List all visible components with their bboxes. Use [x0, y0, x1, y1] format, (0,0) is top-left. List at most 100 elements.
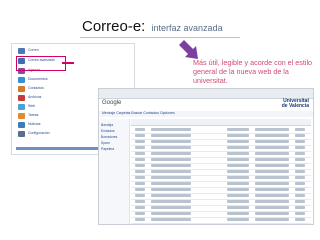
table-row[interactable]: [131, 217, 311, 224]
table-cell: [255, 170, 289, 173]
table-cell: [151, 212, 191, 215]
table-cell: [151, 200, 191, 203]
table-cell: [227, 188, 249, 191]
table-cell: [227, 206, 249, 209]
settings-icon: [18, 131, 25, 137]
table-cell: [295, 134, 305, 137]
browser-toolbar: [99, 89, 313, 99]
mail-icon: [18, 48, 25, 54]
news-icon: [18, 122, 25, 128]
portal-item[interactable]: Documentos: [18, 77, 78, 84]
annotation-note: Más útil, legible y acorde con el estilo…: [193, 58, 313, 85]
slide-title-subtitle: interfaz avanzada: [151, 23, 223, 33]
portal-item-label: Tareas: [28, 113, 39, 117]
table-cell: [151, 128, 191, 131]
table-cell: [227, 176, 249, 179]
title-divider: [80, 37, 240, 38]
slide-title: Correo-e: interfaz avanzada: [82, 18, 223, 35]
portal-item-label: Archivos: [28, 95, 42, 99]
folder-item[interactable]: Bandeja: [101, 123, 113, 127]
table-cell: [295, 194, 305, 197]
table-cell: [151, 170, 191, 173]
table-cell: [151, 206, 191, 209]
table-cell: [135, 206, 145, 209]
globe-icon: [18, 104, 25, 110]
table-cell: [135, 218, 145, 221]
table-cell: [255, 176, 289, 179]
table-cell: [135, 170, 145, 173]
table-cell: [295, 206, 305, 209]
table-cell: [295, 152, 305, 155]
message-list-header: [131, 119, 311, 126]
table-cell: [135, 146, 145, 149]
table-cell: [227, 218, 249, 221]
tasks-icon: [18, 113, 25, 119]
table-cell: [227, 164, 249, 167]
table-cell: [135, 134, 145, 137]
table-cell: [295, 218, 305, 221]
webmail-menu-text[interactable]: Mensaje Carpetas Buscar Contactos Opcion…: [102, 111, 175, 115]
portal-item-label: Documentos: [28, 77, 48, 81]
table-cell: [295, 140, 305, 143]
table-cell: [255, 194, 289, 197]
table-cell: [151, 146, 191, 149]
portal-item-label: Contactos: [28, 86, 44, 90]
highlight-connector: [62, 62, 74, 64]
portal-item[interactable]: Configuración: [18, 131, 78, 138]
table-cell: [255, 140, 289, 143]
folder-icon: [18, 95, 25, 101]
table-cell: [295, 158, 305, 161]
table-cell: [151, 134, 191, 137]
table-cell: [295, 212, 305, 215]
folder-item[interactable]: Borradores: [101, 135, 117, 139]
folder-item[interactable]: Enviados: [101, 129, 115, 133]
webmail-screenshot: Google Universitat de Valencia Mensaje C…: [98, 88, 314, 225]
table-cell: [255, 146, 289, 149]
portal-item-label: Correo: [28, 48, 39, 52]
portal-item-label: Web: [28, 104, 36, 108]
highlight-box: [16, 56, 66, 71]
portal-item[interactable]: Web: [18, 104, 78, 111]
table-cell: [135, 200, 145, 203]
table-cell: [135, 158, 145, 161]
table-cell: [151, 164, 191, 167]
table-cell: [227, 134, 249, 137]
webmail-menu-bar: Mensaje Carpetas Buscar Contactos Opcion…: [99, 111, 313, 117]
folder-item[interactable]: Spam: [101, 141, 110, 145]
table-cell: [255, 212, 289, 215]
table-cell: [295, 170, 305, 173]
table-cell: [227, 182, 249, 185]
table-cell: [151, 152, 191, 155]
table-cell: [255, 158, 289, 161]
slide-title-main: Correo-e:: [82, 18, 146, 35]
table-cell: [295, 200, 305, 203]
table-cell: [227, 158, 249, 161]
table-cell: [227, 152, 249, 155]
table-cell: [255, 128, 289, 131]
brand-line-2: de Valencia: [281, 103, 309, 109]
table-cell: [295, 176, 305, 179]
portal-item[interactable]: Noticias: [18, 122, 78, 129]
table-cell: [255, 218, 289, 221]
portal-item[interactable]: Archivos: [18, 95, 78, 102]
university-brand: Universitat de Valencia: [282, 99, 309, 109]
table-cell: [295, 182, 305, 185]
portal-item-label: Configuración: [28, 131, 50, 135]
table-cell: [255, 152, 289, 155]
table-cell: [135, 140, 145, 143]
table-cell: [227, 170, 249, 173]
table-cell: [151, 218, 191, 221]
table-cell: [255, 182, 289, 185]
portal-item[interactable]: Contactos: [18, 86, 78, 93]
portal-item-label: Noticias: [28, 122, 41, 126]
table-cell: [227, 140, 249, 143]
table-cell: [255, 206, 289, 209]
table-cell: [227, 200, 249, 203]
table-cell: [295, 164, 305, 167]
table-cell: [227, 146, 249, 149]
portal-item[interactable]: Correo: [18, 48, 78, 55]
folder-item[interactable]: Papelera: [101, 147, 114, 151]
table-cell: [135, 194, 145, 197]
portal-item[interactable]: Tareas: [18, 113, 78, 120]
table-cell: [255, 134, 289, 137]
